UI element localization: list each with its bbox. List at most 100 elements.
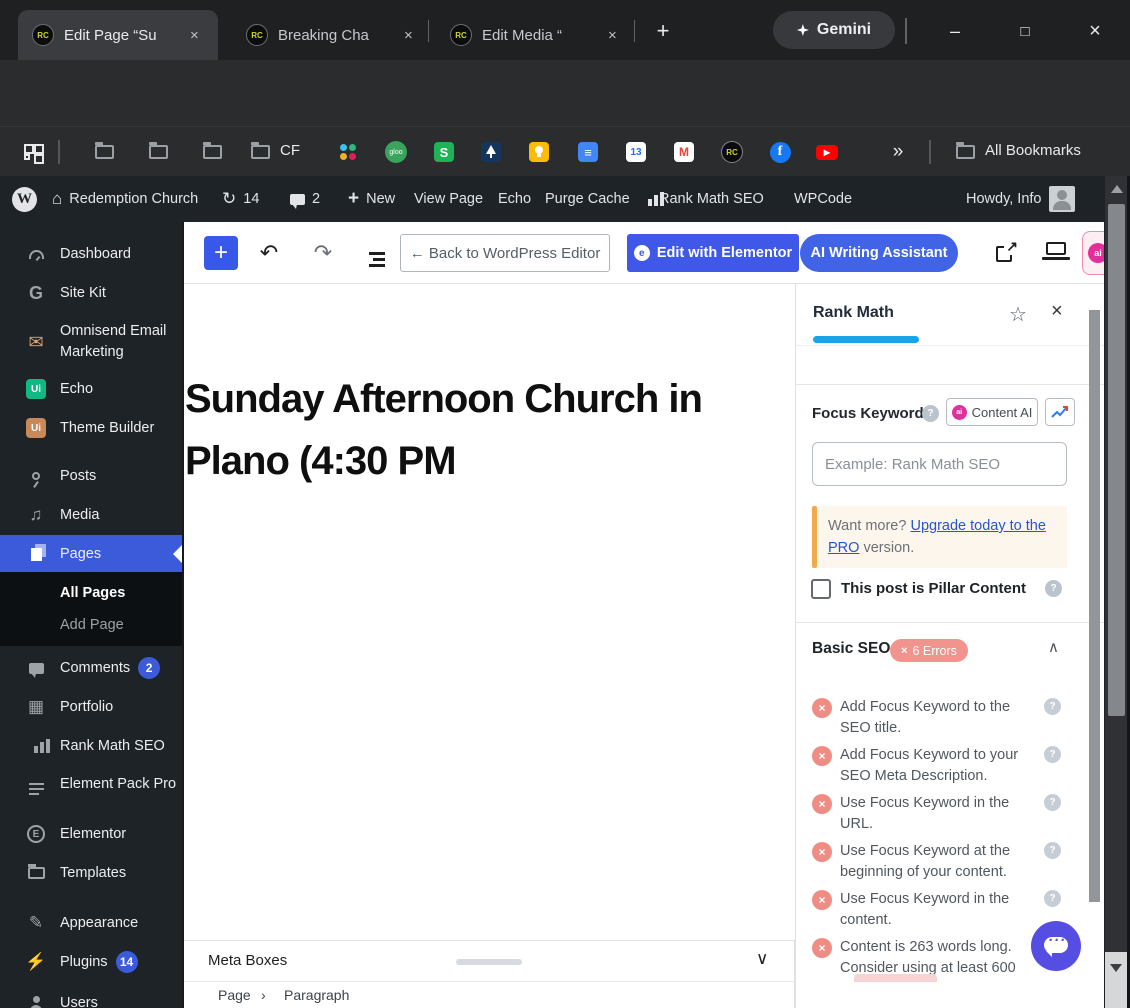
admin-bar-view-page[interactable]: View Page bbox=[414, 176, 483, 222]
sidebar-item-portfolio[interactable]: ▦Portfolio bbox=[0, 688, 182, 726]
star-icon[interactable]: ☆ bbox=[1009, 302, 1027, 327]
panel-scrollbar[interactable] bbox=[1089, 310, 1100, 902]
external-link-icon[interactable]: ↗ bbox=[996, 240, 1018, 262]
bookmark-folder[interactable] bbox=[92, 140, 116, 164]
facebook-bookmark-icon[interactable]: f bbox=[768, 140, 792, 164]
sidebar-item-echo[interactable]: UiEcho bbox=[0, 370, 182, 408]
google-docs-bookmark-icon[interactable]: ≡ bbox=[576, 140, 600, 164]
focus-keyword-input[interactable] bbox=[812, 442, 1067, 486]
admin-bar-rank-math[interactable]: Rank Math SEO bbox=[648, 176, 764, 222]
bookmark-folder[interactable] bbox=[200, 140, 224, 164]
breadcrumb-page[interactable]: Page bbox=[218, 987, 251, 1003]
window-maximize-button[interactable]: □ bbox=[1008, 14, 1042, 48]
help-icon[interactable]: ? bbox=[1044, 746, 1061, 763]
help-icon[interactable]: ? bbox=[1044, 890, 1061, 907]
help-icon[interactable]: ? bbox=[1044, 794, 1061, 811]
redo-button[interactable]: ↷ bbox=[308, 238, 338, 268]
window-minimize-button[interactable]: – bbox=[938, 14, 972, 48]
sidebar-item-all-pages[interactable]: All Pages bbox=[60, 585, 125, 601]
sidebar-item-comments[interactable]: Comments2 bbox=[0, 649, 182, 687]
bookmark-folder-cf-label[interactable]: CF bbox=[280, 142, 300, 159]
admin-bar-comments[interactable]: 2 bbox=[290, 176, 320, 222]
tab-separator bbox=[634, 20, 635, 42]
gemini-button[interactable]: Gemini bbox=[773, 11, 895, 49]
bookmarks-overflow-icon[interactable]: » bbox=[886, 140, 910, 164]
sidebar-item-omnisend[interactable]: ✉Omnisend Email Marketing bbox=[0, 316, 182, 368]
sidebar-item-rank-math[interactable]: Rank Math SEO bbox=[0, 727, 182, 765]
tab-close-icon[interactable]: × bbox=[608, 27, 617, 44]
admin-bar-echo[interactable]: Echo bbox=[498, 176, 531, 222]
sidebar-item-dashboard[interactable]: Dashboard bbox=[0, 235, 182, 273]
trends-button[interactable] bbox=[1045, 398, 1075, 426]
list-view-button[interactable] bbox=[362, 238, 392, 268]
youtube-bookmark-icon[interactable]: ▶ bbox=[815, 140, 839, 164]
admin-bar-account[interactable]: Howdy, Info bbox=[966, 176, 1075, 222]
back-to-wp-editor-button[interactable]: ← Back to WordPress Editor bbox=[400, 234, 610, 272]
bookmark-folder[interactable] bbox=[146, 140, 170, 164]
tab-close-icon[interactable]: × bbox=[190, 27, 199, 44]
chevron-down-icon[interactable]: ∨ bbox=[756, 949, 768, 969]
help-icon[interactable]: ? bbox=[922, 405, 939, 422]
content-ai-tab[interactable]: ai bbox=[1082, 231, 1106, 275]
collapse-chevron-icon[interactable]: ∧ bbox=[1048, 638, 1059, 656]
new-tab-button[interactable]: + bbox=[648, 16, 678, 46]
admin-bar-new[interactable]: + New bbox=[348, 176, 395, 222]
gloo-bookmark-icon[interactable]: gloo bbox=[384, 140, 408, 164]
sidebar-item-element-pack[interactable]: Element Pack Pro bbox=[0, 765, 182, 803]
admin-bar-site-name[interactable]: ⌂ Redemption Church bbox=[52, 176, 198, 222]
content-ai-button[interactable]: ai Content AI bbox=[946, 398, 1038, 426]
sidebar-item-posts[interactable]: Posts bbox=[0, 457, 182, 495]
edit-with-elementor-button[interactable]: e Edit with Elementor bbox=[627, 234, 799, 272]
browser-scrollbar[interactable] bbox=[1104, 176, 1130, 1008]
gmail-bookmark-icon[interactable]: M bbox=[672, 140, 696, 164]
tab-edit-media[interactable]: RC Edit Media “ × bbox=[436, 10, 628, 60]
all-bookmarks-folder-icon[interactable] bbox=[953, 140, 977, 164]
sidebar-item-appearance[interactable]: ✎Appearance bbox=[0, 904, 182, 942]
close-icon[interactable]: × bbox=[1051, 300, 1063, 323]
pillar-content-checkbox[interactable] bbox=[811, 579, 831, 599]
ai-writing-assistant-button[interactable]: AI Writing Assistant bbox=[800, 234, 958, 272]
scroll-up-arrow[interactable] bbox=[1111, 185, 1123, 193]
subsplash-bookmark-icon[interactable]: S bbox=[432, 140, 456, 164]
sidebar-item-templates[interactable]: Templates bbox=[0, 854, 182, 892]
resize-drag-handle[interactable] bbox=[456, 959, 522, 965]
sidebar-item-users[interactable]: Users bbox=[0, 984, 182, 1008]
scrollbar-bottom[interactable] bbox=[1105, 952, 1128, 1008]
wp-logo-icon[interactable]: W bbox=[12, 176, 37, 222]
sidebar-item-site-kit[interactable]: GSite Kit bbox=[0, 274, 182, 312]
help-icon[interactable]: ? bbox=[1045, 580, 1062, 597]
preview-device-icon[interactable] bbox=[1042, 240, 1070, 262]
admin-bar-updates[interactable]: ↻ 14 bbox=[222, 176, 259, 222]
scrollbar-thumb[interactable] bbox=[1108, 204, 1125, 716]
help-icon[interactable]: ? bbox=[1044, 842, 1061, 859]
chat-widget-button[interactable] bbox=[1031, 921, 1081, 971]
meta-boxes-bar[interactable]: Meta Boxes ∨ bbox=[184, 940, 795, 981]
google-calendar-bookmark-icon[interactable]: 13 bbox=[624, 140, 648, 164]
block-inserter-button[interactable]: + bbox=[204, 236, 238, 270]
all-bookmarks-label[interactable]: All Bookmarks bbox=[985, 142, 1081, 159]
admin-bar-purge-cache[interactable]: Purge Cache bbox=[545, 176, 630, 222]
tree-bookmark-icon[interactable] bbox=[479, 140, 503, 164]
tab-close-icon[interactable]: × bbox=[404, 27, 413, 44]
sidebar-item-pages[interactable]: Pages bbox=[0, 535, 182, 573]
apps-grid-icon[interactable] bbox=[20, 140, 44, 164]
help-icon[interactable]: ? bbox=[1044, 698, 1061, 715]
tab-edit-page[interactable]: RC Edit Page “Su × bbox=[18, 10, 218, 60]
editor-canvas[interactable]: Sunday Afternoon Church in Plano (4:30 P… bbox=[184, 284, 795, 940]
undo-button[interactable]: ↶ bbox=[254, 238, 284, 268]
admin-bar-wpcode[interactable]: WPCode bbox=[794, 176, 852, 222]
scroll-down-arrow[interactable] bbox=[1110, 964, 1122, 972]
sidebar-item-media[interactable]: ♫Media bbox=[0, 496, 182, 534]
sidebar-item-plugins[interactable]: ⚡Plugins14 bbox=[0, 943, 182, 981]
rc-site-bookmark-icon[interactable]: RC bbox=[720, 140, 744, 164]
page-title[interactable]: Sunday Afternoon Church in Plano (4:30 P… bbox=[185, 368, 747, 492]
sidebar-item-theme-builder[interactable]: UiTheme Builder bbox=[0, 409, 182, 447]
bookmark-folder-cf-icon[interactable] bbox=[248, 140, 272, 164]
slack-bookmark-icon[interactable] bbox=[336, 140, 360, 164]
window-close-button[interactable]: × bbox=[1078, 14, 1112, 48]
google-keep-bookmark-icon[interactable] bbox=[527, 140, 551, 164]
sidebar-item-add-page[interactable]: Add Page bbox=[60, 617, 124, 633]
tab-breaking-cha[interactable]: RC Breaking Cha × bbox=[232, 10, 424, 60]
breadcrumb-paragraph[interactable]: Paragraph bbox=[284, 987, 349, 1003]
sidebar-item-elementor[interactable]: EElementor bbox=[0, 815, 182, 853]
